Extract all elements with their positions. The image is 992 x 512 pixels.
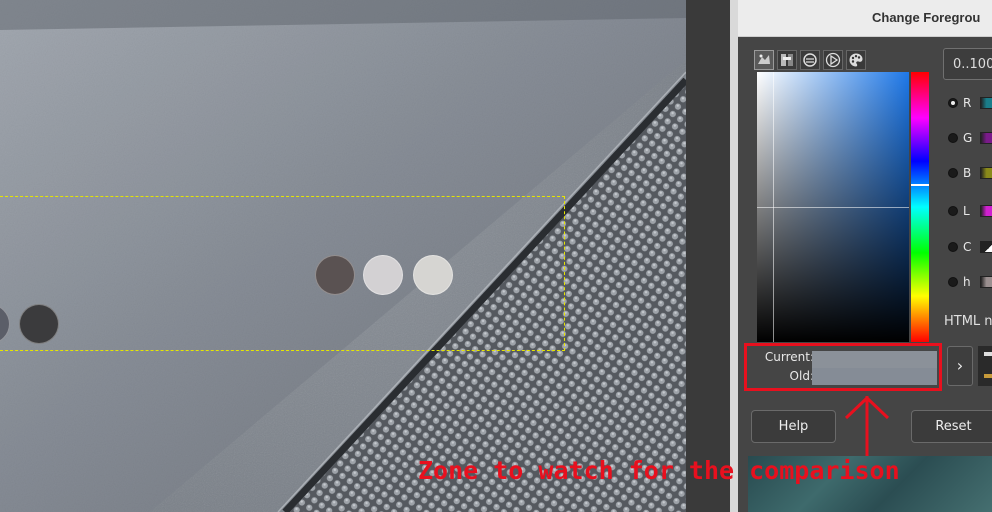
- comparison-highlight-box: [744, 343, 942, 391]
- channel-slider[interactable]: [980, 241, 992, 253]
- channel-radio[interactable]: [948, 242, 958, 252]
- scale-range-value: 0..100: [953, 57, 992, 72]
- channel-label: L: [963, 204, 970, 218]
- picker-crosshair-vertical: [773, 72, 774, 342]
- channel-row-c[interactable]: C: [948, 239, 992, 255]
- watercolor-selector-icon[interactable]: [800, 50, 820, 70]
- color-selector-tabs: [754, 50, 866, 70]
- channel-row-h[interactable]: h: [948, 274, 992, 290]
- dialog-title: Change Foregrou: [872, 10, 981, 25]
- color-dot: [413, 255, 453, 295]
- history-swatch[interactable]: [984, 352, 992, 356]
- add-to-history-button[interactable]: ›: [947, 346, 973, 386]
- dialog-titlebar[interactable]: Change Foregrou: [738, 0, 992, 37]
- color-dot: [315, 255, 355, 295]
- channel-label: B: [963, 166, 972, 180]
- hue-slider[interactable]: [911, 72, 929, 342]
- channel-row-b[interactable]: B: [948, 165, 992, 181]
- channel-label: G: [963, 131, 973, 145]
- channel-label: R: [963, 96, 972, 110]
- hue-marker[interactable]: [911, 184, 929, 186]
- channel-radio[interactable]: [948, 277, 958, 287]
- picker-crosshair-horizontal: [757, 207, 909, 208]
- channel-slider[interactable]: [980, 167, 992, 179]
- channel-radio[interactable]: [948, 133, 958, 143]
- image-canvas[interactable]: [0, 0, 686, 512]
- dialog-shadow-edge: [730, 0, 738, 512]
- cmyk-selector-icon[interactable]: [777, 50, 797, 70]
- channel-label: C: [963, 240, 972, 254]
- triangle-selector-icon[interactable]: [823, 50, 843, 70]
- annotation-caption: Zone to watch for the comparison: [418, 456, 900, 485]
- annotation-arrow-icon: [844, 395, 890, 456]
- channel-slider[interactable]: [980, 132, 992, 144]
- help-button[interactable]: Help: [751, 410, 836, 443]
- channel-radio[interactable]: [948, 168, 958, 178]
- color-dot: [19, 304, 59, 344]
- palette-selector-icon[interactable]: [846, 50, 866, 70]
- color-history-swatches[interactable]: [978, 346, 992, 386]
- channel-row-g[interactable]: G: [948, 130, 992, 146]
- channel-row-l[interactable]: L: [948, 203, 992, 219]
- saturation-value-picker[interactable]: [757, 72, 909, 342]
- channel-slider[interactable]: [980, 276, 992, 288]
- channel-radio[interactable]: [948, 98, 958, 108]
- scale-range-selector[interactable]: 0..100: [943, 48, 992, 80]
- rectangle-selection: [0, 196, 565, 351]
- gimp-selector-icon[interactable]: [754, 50, 774, 70]
- channel-row-r[interactable]: R: [948, 95, 992, 111]
- canvas-scrollbar-area: [686, 0, 738, 512]
- reset-button[interactable]: Reset: [911, 410, 992, 443]
- color-dot: [363, 255, 403, 295]
- html-notation-label: HTML n: [944, 314, 992, 329]
- channel-slider[interactable]: [980, 205, 992, 217]
- channel-radio[interactable]: [948, 206, 958, 216]
- channel-slider[interactable]: [980, 97, 992, 109]
- channel-label: h: [963, 275, 971, 289]
- history-swatch[interactable]: [984, 374, 992, 378]
